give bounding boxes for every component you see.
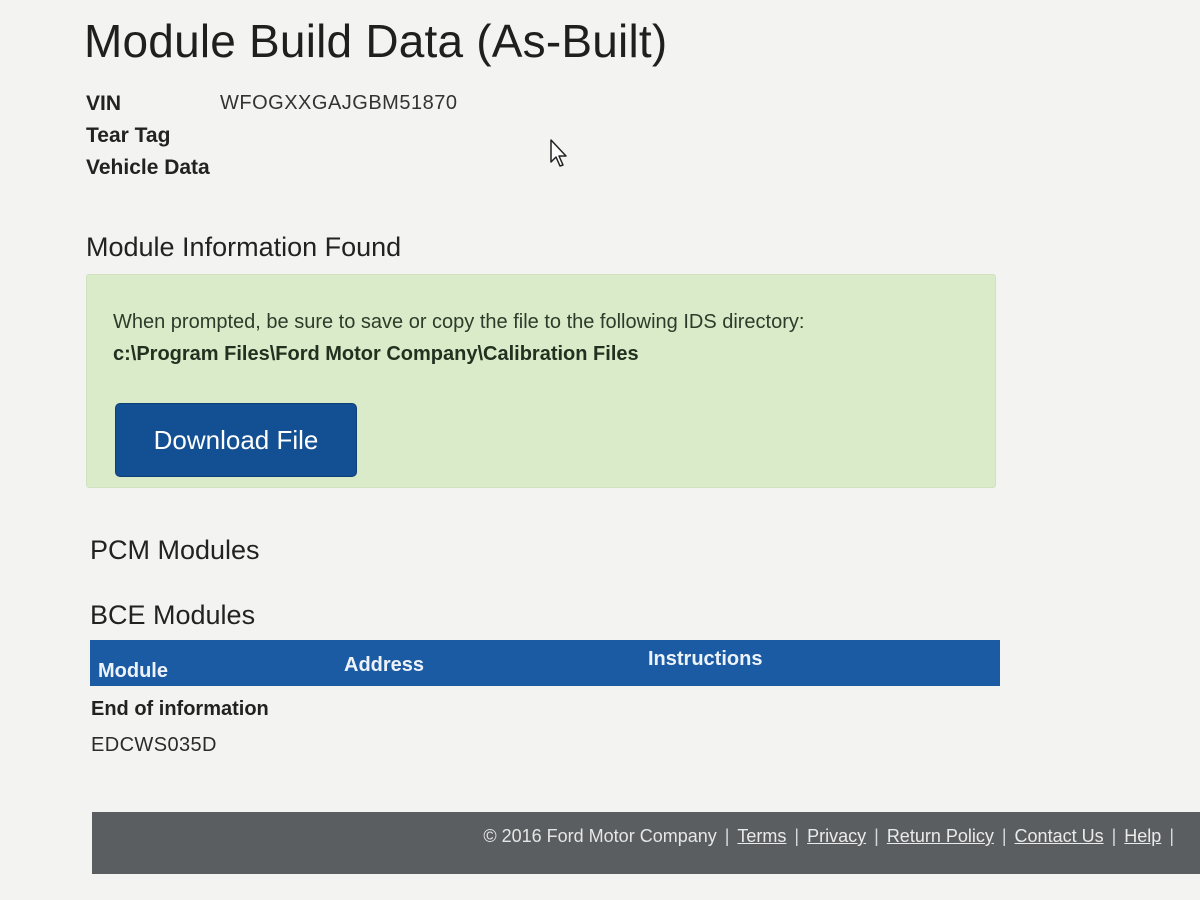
- tear-tag-label: Tear Tag: [86, 124, 171, 147]
- module-info-alert: When prompted, be sure to save or copy t…: [86, 274, 996, 488]
- contact-us-link[interactable]: Contact Us: [1015, 826, 1104, 846]
- module-info-heading: Module Information Found: [86, 232, 402, 262]
- separator: |: [1111, 826, 1117, 846]
- page-code: EDCWS035D: [91, 734, 217, 756]
- column-header-address: Address: [344, 654, 425, 676]
- vehicle-data-label: Vehicle Data: [86, 156, 210, 179]
- separator: |: [1169, 826, 1174, 846]
- column-header-module: Module: [98, 660, 168, 682]
- page-title: Module Build Data (As-Built): [84, 15, 668, 67]
- ids-directory-path: c:\Program Files\Ford Motor Company\Cali…: [113, 343, 639, 365]
- download-file-button[interactable]: Download File: [115, 403, 357, 477]
- column-header-instructions: Instructions: [648, 648, 763, 670]
- pcm-modules-heading: PCM Modules: [90, 535, 260, 565]
- mouse-pointer-icon: [550, 139, 567, 167]
- vin-value: WFOGXXGAJGBM51870: [220, 92, 458, 114]
- vin-label: VIN: [86, 92, 122, 115]
- terms-link[interactable]: Terms: [737, 826, 786, 846]
- separator: |: [794, 826, 800, 846]
- modules-table-header: Module Address Instructions: [90, 640, 1000, 686]
- separator: |: [1001, 826, 1007, 846]
- separator: |: [724, 826, 730, 846]
- copyright-text: © 2016 Ford Motor Company: [483, 826, 717, 846]
- footer: © 2016 Ford Motor Company | Terms | Privacy |…: [92, 812, 1200, 874]
- footer-links: © 2016 Ford Motor Company | Terms | Privacy |…: [483, 826, 1182, 847]
- separator: |: [874, 826, 879, 846]
- privacy-link[interactable]: Privacy: [807, 826, 866, 846]
- help-link[interactable]: Help: [1124, 826, 1161, 846]
- return-policy-link[interactable]: Return Policy: [887, 826, 994, 846]
- end-of-information: End of information: [91, 698, 269, 720]
- alert-message: When prompted, be sure to save or copy t…: [113, 311, 805, 333]
- bce-modules-heading: BCE Modules: [90, 600, 256, 630]
- page: Module Build Data (As-Built) VIN WFOGXXG…: [0, 0, 1200, 900]
